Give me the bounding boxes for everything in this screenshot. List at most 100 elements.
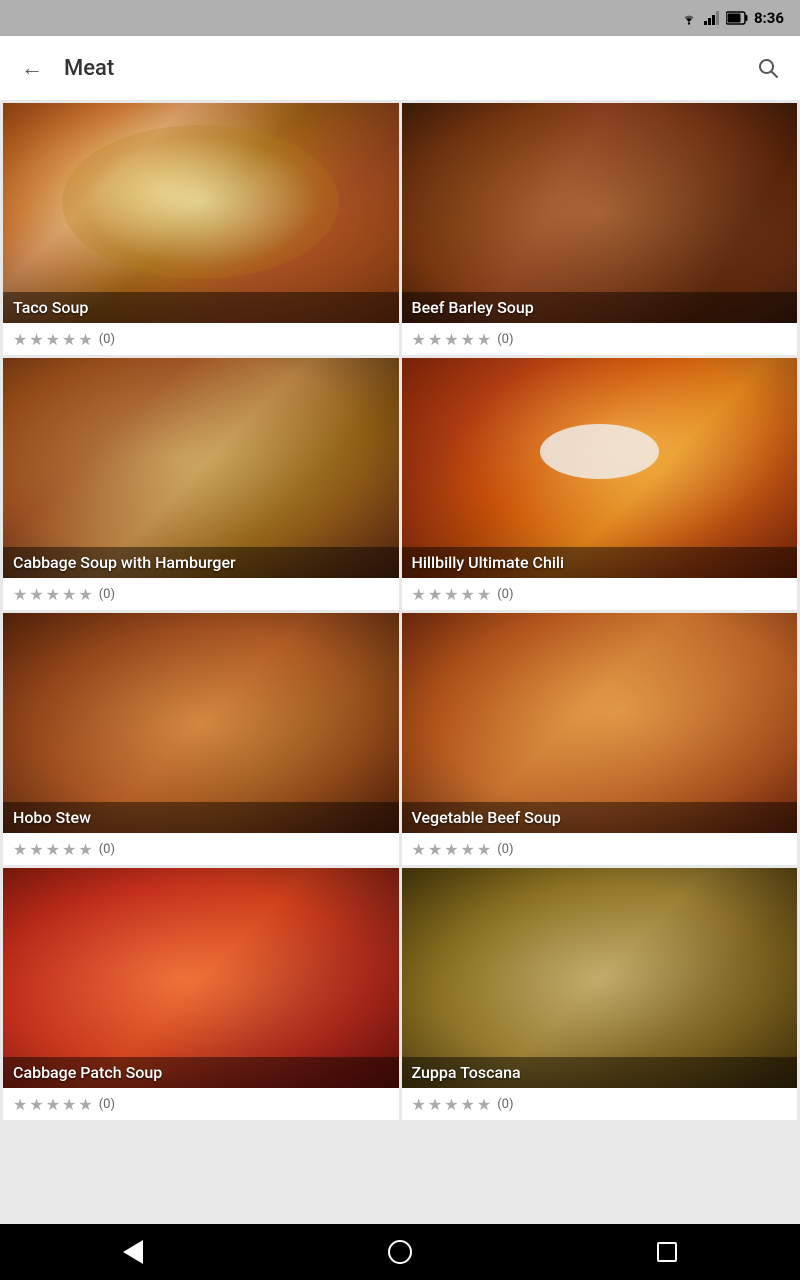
nav-home-button[interactable]: [370, 1232, 430, 1272]
star-3: ★: [62, 1095, 76, 1114]
star-4: ★: [477, 585, 491, 604]
star-2: ★: [444, 330, 458, 349]
recipe-image-hillbilly-ultimate-chili: [402, 358, 798, 578]
recipe-stars-zuppa-toscana: ★★★★★: [412, 1095, 492, 1114]
recipe-image-cabbage-patch-soup: [3, 868, 399, 1088]
star-0: ★: [412, 330, 426, 349]
recipe-name-vegetable-beef-soup: Vegetable Beef Soup: [412, 808, 561, 827]
recipe-name-hobo-stew: Hobo Stew: [13, 808, 91, 827]
star-2: ★: [46, 585, 60, 604]
star-1: ★: [428, 585, 442, 604]
recipe-image-beef-barley-soup: [402, 103, 798, 323]
page-title: Meat: [64, 56, 736, 81]
star-4: ★: [78, 1095, 92, 1114]
star-2: ★: [46, 840, 60, 859]
recipe-rating-bar: ★★★★★(0): [402, 323, 798, 355]
star-3: ★: [62, 330, 76, 349]
recipe-image-hobo-stew: [3, 613, 399, 833]
recipe-grid-container: Taco Soup★★★★★(0)Beef Barley Soup★★★★★(0…: [0, 100, 800, 1224]
signal-icon: [704, 11, 720, 25]
star-4: ★: [78, 585, 92, 604]
app-bar: ← Meat: [0, 36, 800, 100]
recipe-card-taco-soup[interactable]: Taco Soup★★★★★(0): [3, 103, 399, 355]
recipe-card-zuppa-toscana[interactable]: Zuppa Toscana★★★★★(0): [402, 868, 798, 1120]
recipe-label-bar: Taco Soup: [3, 292, 399, 323]
recipe-card-cabbage-soup-hamburger[interactable]: Cabbage Soup with Hamburger★★★★★(0): [3, 358, 399, 610]
recipe-stars-taco-soup: ★★★★★: [13, 330, 93, 349]
recipe-name-taco-soup: Taco Soup: [13, 298, 88, 317]
recipe-card-cabbage-patch-soup[interactable]: Cabbage Patch Soup★★★★★(0): [3, 868, 399, 1120]
wifi-icon: [680, 11, 698, 25]
star-1: ★: [428, 1095, 442, 1114]
star-4: ★: [78, 840, 92, 859]
recipe-stars-cabbage-patch-soup: ★★★★★: [13, 1095, 93, 1114]
recipe-label-bar: Cabbage Soup with Hamburger: [3, 547, 399, 578]
star-3: ★: [461, 1095, 475, 1114]
star-2: ★: [46, 1095, 60, 1114]
star-1: ★: [29, 585, 43, 604]
star-0: ★: [13, 585, 27, 604]
nav-home-icon: [388, 1240, 412, 1264]
star-0: ★: [13, 1095, 27, 1114]
recipe-image-vegetable-beef-soup: [402, 613, 798, 833]
recipe-name-hillbilly-ultimate-chili: Hillbilly Ultimate Chili: [412, 553, 565, 572]
recipe-label-bar: Hobo Stew: [3, 802, 399, 833]
recipe-label-bar: Beef Barley Soup: [402, 292, 798, 323]
recipe-stars-cabbage-soup-hamburger: ★★★★★: [13, 585, 93, 604]
recipe-image-taco-soup: [3, 103, 399, 323]
search-icon: [756, 56, 780, 80]
star-3: ★: [62, 585, 76, 604]
rating-count-zuppa-toscana: (0): [497, 1097, 513, 1112]
nav-back-icon: [123, 1240, 143, 1264]
recipe-name-beef-barley-soup: Beef Barley Soup: [412, 298, 534, 317]
back-button[interactable]: ←: [12, 48, 52, 88]
star-0: ★: [13, 330, 27, 349]
recipe-card-beef-barley-soup[interactable]: Beef Barley Soup★★★★★(0): [402, 103, 798, 355]
star-2: ★: [444, 840, 458, 859]
search-button[interactable]: [748, 48, 788, 88]
star-4: ★: [477, 330, 491, 349]
star-1: ★: [29, 330, 43, 349]
star-3: ★: [461, 585, 475, 604]
recipe-name-zuppa-toscana: Zuppa Toscana: [412, 1063, 521, 1082]
star-3: ★: [62, 840, 76, 859]
recipe-stars-hobo-stew: ★★★★★: [13, 840, 93, 859]
star-4: ★: [78, 330, 92, 349]
back-arrow-icon: ←: [21, 55, 43, 81]
status-bar: 8:36: [0, 0, 800, 36]
star-1: ★: [29, 1095, 43, 1114]
recipe-rating-bar: ★★★★★(0): [402, 1088, 798, 1120]
rating-count-vegetable-beef-soup: (0): [497, 842, 513, 857]
recipe-grid: Taco Soup★★★★★(0)Beef Barley Soup★★★★★(0…: [3, 103, 797, 1120]
star-2: ★: [444, 585, 458, 604]
nav-back-button[interactable]: [103, 1232, 163, 1272]
recipe-label-bar: Cabbage Patch Soup: [3, 1057, 399, 1088]
recipe-rating-bar: ★★★★★(0): [3, 578, 399, 610]
recipe-rating-bar: ★★★★★(0): [3, 833, 399, 865]
recipe-card-vegetable-beef-soup[interactable]: Vegetable Beef Soup ★★★★★ (0): [402, 613, 798, 865]
star-1: ★: [428, 840, 442, 859]
star-2: ★: [444, 1095, 458, 1114]
recipe-image-cabbage-soup-hamburger: [3, 358, 399, 578]
recipe-stars-vegetable-beef-soup: ★★★★★: [412, 840, 492, 859]
rating-count-beef-barley-soup: (0): [497, 332, 513, 347]
recipe-card-hillbilly-ultimate-chili[interactable]: Hillbilly Ultimate Chili ★★★★★(0): [402, 358, 798, 610]
star-3: ★: [461, 840, 475, 859]
recipe-label-bar: Vegetable Beef Soup: [402, 802, 798, 833]
star-1: ★: [29, 840, 43, 859]
nav-recent-button[interactable]: [637, 1232, 697, 1272]
recipe-rating-bar: ★★★★★(0): [3, 323, 399, 355]
recipe-rating-bar: ★★★★★(0): [402, 578, 798, 610]
rating-count-taco-soup: (0): [99, 332, 115, 347]
star-2: ★: [46, 330, 60, 349]
star-3: ★: [461, 330, 475, 349]
recipe-rating-bar: ★★★★★ (0): [402, 833, 798, 865]
recipe-card-hobo-stew[interactable]: Hobo Stew★★★★★(0): [3, 613, 399, 865]
nav-bar: [0, 1224, 800, 1280]
star-0: ★: [13, 840, 27, 859]
star-0: ★: [412, 1095, 426, 1114]
star-4: ★: [477, 1095, 491, 1114]
recipe-stars-hillbilly-ultimate-chili: ★★★★★: [412, 585, 492, 604]
rating-count-hobo-stew: (0): [99, 842, 115, 857]
recipe-name-cabbage-patch-soup: Cabbage Patch Soup: [13, 1063, 162, 1082]
